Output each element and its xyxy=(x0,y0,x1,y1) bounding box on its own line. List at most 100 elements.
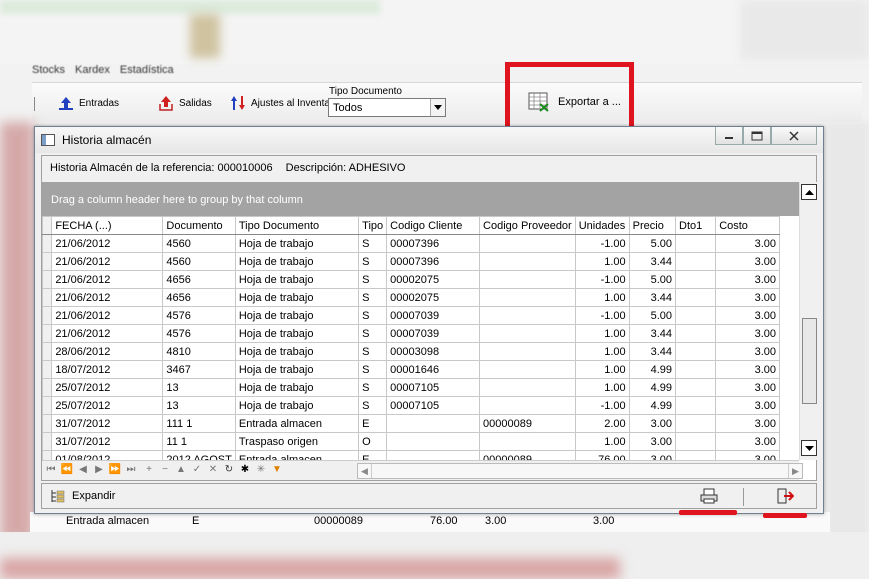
delete-icon[interactable]: − xyxy=(158,464,172,475)
cell-codigo-proveedor[interactable] xyxy=(479,396,576,415)
entradas-button[interactable]: Entradas xyxy=(58,95,119,111)
maximize-button[interactable] xyxy=(743,127,771,145)
cell-codigo-cliente[interactable]: 00007396 xyxy=(386,234,481,253)
next-page-icon[interactable]: ⏩ xyxy=(108,464,122,475)
cell-dto1[interactable] xyxy=(674,270,717,289)
cell-tipo-documento[interactable]: Hoja de trabajo xyxy=(234,252,360,271)
cell-dto1[interactable] xyxy=(674,252,717,271)
cell-tipo-documento[interactable]: Hoja de trabajo xyxy=(234,270,360,289)
column-header-tipo-documento[interactable]: Tipo Documento xyxy=(234,216,360,235)
tab-stocks[interactable]: Stocks xyxy=(32,64,65,82)
insert-icon[interactable]: + xyxy=(142,464,156,475)
cell-documento[interactable]: 13 xyxy=(162,396,236,415)
row-indicator[interactable] xyxy=(42,234,53,253)
cell-tipo-documento[interactable]: Hoja de trabajo xyxy=(234,360,360,379)
cell-dto1[interactable] xyxy=(674,342,717,361)
cell-fecha[interactable]: 18/07/2012 xyxy=(51,360,164,379)
cell-dto1[interactable] xyxy=(674,414,717,433)
cell-fecha[interactable]: 21/06/2012 xyxy=(51,288,164,307)
cell-costo[interactable]: 3.00 xyxy=(715,432,780,451)
prev-page-icon[interactable]: ⏪ xyxy=(60,464,74,475)
cell-dto1[interactable] xyxy=(674,396,717,415)
cell-unidades[interactable]: -1.00 xyxy=(574,234,630,253)
chevron-down-icon[interactable] xyxy=(430,99,445,116)
cell-tipo-documento[interactable]: Hoja de trabajo xyxy=(234,342,360,361)
scroll-up-button[interactable] xyxy=(801,184,817,200)
cell-costo[interactable]: 3.00 xyxy=(715,288,780,307)
cell-codigo-proveedor[interactable] xyxy=(479,234,576,253)
cell-fecha[interactable]: 21/06/2012 xyxy=(51,234,164,253)
column-header-dto1[interactable]: Dto1 xyxy=(674,216,717,235)
table-row[interactable]: 31/07/2012 11 1 Traspaso origen O 1.00 3.00 3.… xyxy=(42,432,780,451)
cell-tipo-documento[interactable]: Hoja de trabajo xyxy=(234,234,360,253)
cell-documento[interactable]: 11 1 xyxy=(162,432,236,451)
cell-unidades[interactable]: 1.00 xyxy=(574,324,630,343)
cell-fecha[interactable]: 25/07/2012 xyxy=(51,378,164,397)
cell-precio[interactable]: 4.99 xyxy=(628,378,677,397)
cell-documento[interactable]: 4560 xyxy=(162,252,236,271)
table-row[interactable]: 21/06/2012 4576 Hoja de trabajo S 00007039 -1… xyxy=(42,306,780,325)
cell-precio[interactable]: 3.44 xyxy=(628,288,677,307)
cell-codigo-cliente[interactable]: 00007105 xyxy=(386,396,481,415)
cell-precio[interactable]: 3.44 xyxy=(628,252,677,271)
table-row[interactable]: 21/06/2012 4560 Hoja de trabajo S 00007396 -1… xyxy=(42,234,780,253)
prev-record-icon[interactable]: ◀ xyxy=(76,464,90,475)
cell-dto1[interactable] xyxy=(674,360,717,379)
column-header-fecha[interactable]: FECHA (...) xyxy=(51,216,164,235)
row-indicator[interactable] xyxy=(42,360,53,379)
horizontal-scrollbar[interactable]: ◀ ▶ xyxy=(357,463,803,479)
cell-unidades[interactable]: 1.00 xyxy=(574,378,630,397)
cell-tipo[interactable]: S xyxy=(358,324,388,343)
cell-dto1[interactable] xyxy=(674,432,717,451)
cell-precio[interactable]: 5.00 xyxy=(628,306,677,325)
post-icon[interactable]: ✓ xyxy=(190,464,204,475)
tab-estadistica[interactable]: Estadística xyxy=(120,64,174,82)
cell-codigo-cliente[interactable] xyxy=(386,414,481,433)
cell-documento[interactable]: 4560 xyxy=(162,234,236,253)
cell-tipo[interactable]: S xyxy=(358,252,388,271)
cell-tipo[interactable]: S xyxy=(358,396,388,415)
cell-codigo-cliente[interactable]: 00007396 xyxy=(386,252,481,271)
cell-unidades[interactable]: -1.00 xyxy=(574,270,630,289)
table-row[interactable]: 21/06/2012 4656 Hoja de trabajo S 00002075 1.… xyxy=(42,288,780,307)
cell-precio[interactable]: 3.00 xyxy=(628,432,677,451)
cell-fecha[interactable]: 21/06/2012 xyxy=(51,270,164,289)
row-indicator[interactable] xyxy=(42,342,53,361)
next-record-icon[interactable]: ▶ xyxy=(92,464,106,475)
cell-codigo-proveedor[interactable] xyxy=(479,252,576,271)
scroll-thumb[interactable] xyxy=(802,318,817,404)
cell-dto1[interactable] xyxy=(674,378,717,397)
exit-button[interactable] xyxy=(776,488,795,504)
table-row[interactable]: 18/07/2012 3467 Hoja de trabajo S 00001646 1.… xyxy=(42,360,780,379)
cell-precio[interactable]: 3.44 xyxy=(628,342,677,361)
cell-documento[interactable]: 111 1 xyxy=(162,414,236,433)
table-row[interactable]: 21/06/2012 4560 Hoja de trabajo S 00007396 1.… xyxy=(42,252,780,271)
cell-codigo-proveedor[interactable] xyxy=(479,378,576,397)
cell-unidades[interactable]: 1.00 xyxy=(574,432,630,451)
cell-fecha[interactable]: 31/07/2012 xyxy=(51,414,164,433)
cell-fecha[interactable]: 21/06/2012 xyxy=(51,324,164,343)
cell-precio[interactable]: 3.44 xyxy=(628,324,677,343)
cell-codigo-cliente[interactable]: 00002075 xyxy=(386,270,481,289)
row-indicator[interactable] xyxy=(42,270,53,289)
cell-costo[interactable]: 3.00 xyxy=(715,252,780,271)
column-header-unidades[interactable]: Unidades xyxy=(574,216,630,235)
cell-documento[interactable]: 4576 xyxy=(162,306,236,325)
cancel-icon[interactable]: ✕ xyxy=(206,464,220,475)
cell-tipo[interactable]: O xyxy=(358,432,388,451)
cell-tipo[interactable]: E xyxy=(358,414,388,433)
row-indicator[interactable] xyxy=(42,306,53,325)
row-indicator[interactable] xyxy=(42,414,53,433)
cell-codigo-proveedor[interactable] xyxy=(479,306,576,325)
group-by-panel[interactable]: Drag a column header here to group by th… xyxy=(42,182,799,216)
minimize-button[interactable] xyxy=(715,127,743,145)
cell-tipo-documento[interactable]: Traspaso origen xyxy=(234,432,360,451)
cell-precio[interactable]: 5.00 xyxy=(628,234,677,253)
close-button[interactable] xyxy=(771,127,817,145)
cell-unidades[interactable]: -1.00 xyxy=(574,396,630,415)
cell-tipo[interactable]: S xyxy=(358,360,388,379)
cell-codigo-cliente[interactable]: 00007105 xyxy=(386,378,481,397)
cell-precio[interactable]: 4.99 xyxy=(628,360,677,379)
column-header-precio[interactable]: Precio xyxy=(628,216,677,235)
cell-dto1[interactable] xyxy=(674,306,717,325)
